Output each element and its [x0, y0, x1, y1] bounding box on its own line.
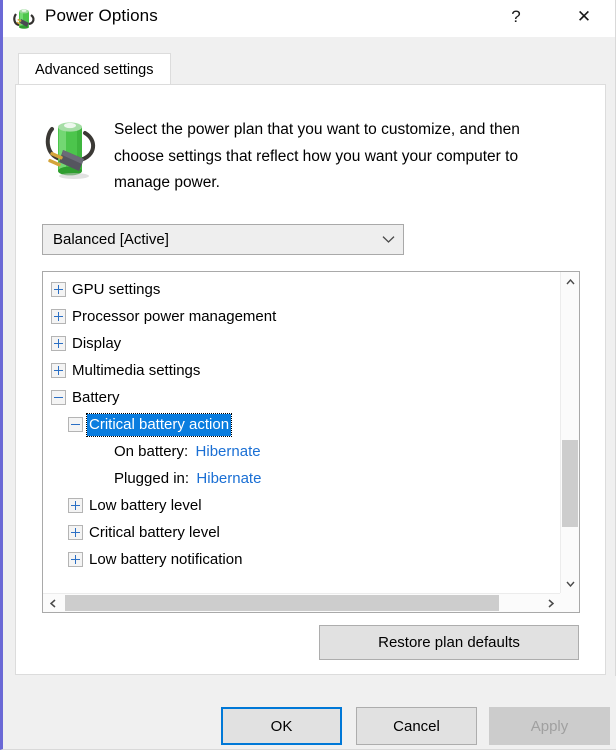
tree-item[interactable]: Multimedia settings — [43, 357, 560, 384]
tree-item-label: On battery: — [114, 442, 189, 460]
tree-item-label: Battery — [72, 388, 120, 406]
power-plan-value: Balanced [Active] — [53, 231, 169, 248]
ok-button[interactable]: OK — [221, 707, 342, 745]
expand-plus-icon[interactable] — [68, 498, 83, 513]
advanced-settings-panel: Select the power plan that you want to c… — [15, 84, 606, 675]
scroll-right-button[interactable] — [541, 594, 560, 612]
tree-item-label: GPU settings — [72, 280, 161, 298]
close-button[interactable]: ✕ — [561, 0, 607, 32]
close-icon: ✕ — [576, 6, 592, 26]
chevron-right-icon — [548, 598, 554, 608]
tab-advanced-settings[interactable]: Advanced settings — [18, 53, 171, 85]
chevron-left-icon — [49, 598, 55, 608]
power-settings-tree: GPU settings Processor power management Di… — [42, 271, 580, 613]
vertical-scroll-thumb[interactable] — [562, 440, 578, 527]
tree-item[interactable]: Plugged in: Hibernate — [43, 465, 560, 492]
tree-item[interactable]: On battery: Hibernate — [43, 438, 560, 465]
ok-button-label: OK — [270, 717, 293, 735]
expand-plus-icon[interactable] — [51, 282, 66, 297]
tree-item[interactable]: Display — [43, 330, 560, 357]
battery-plug-icon — [44, 115, 100, 181]
dialog-button-bar: OK Cancel Apply — [6, 676, 616, 749]
tree-item-label: Plugged in: — [114, 469, 190, 487]
horizontal-scroll-thumb[interactable] — [65, 595, 499, 611]
chevron-down-icon — [565, 581, 575, 587]
tree-item[interactable]: Battery — [43, 384, 560, 411]
window-title: Power Options — [45, 6, 158, 25]
cancel-button[interactable]: Cancel — [356, 707, 477, 745]
tree-item-label: Low battery notification — [89, 550, 243, 568]
expand-plus-icon[interactable] — [51, 363, 66, 378]
tree-item[interactable]: Low battery level — [43, 492, 560, 519]
tree-horizontal-scrollbar[interactable] — [43, 593, 560, 612]
tree-viewport: GPU settings Processor power management Di… — [43, 272, 560, 593]
tree-item[interactable]: Critical battery action — [43, 411, 560, 438]
tree-item-label: Critical battery level — [89, 523, 220, 541]
apply-button: Apply — [489, 707, 610, 745]
help-button[interactable]: ? — [493, 0, 539, 32]
tree-item-value[interactable]: Hibernate — [194, 468, 263, 490]
expand-plus-icon[interactable] — [68, 525, 83, 540]
power-options-window: Power Options ? ✕ Advanced settings Sele… — [0, 0, 616, 750]
panel-description: Select the power plan that you want to c… — [114, 121, 520, 191]
scroll-left-button[interactable] — [43, 594, 62, 612]
tree-item[interactable]: Processor power management — [43, 303, 560, 330]
tree-item-label: Processor power management — [72, 307, 277, 325]
battery-plug-icon — [12, 7, 38, 31]
apply-button-label: Apply — [530, 717, 569, 735]
tree-item[interactable]: Critical battery level — [43, 519, 560, 546]
cancel-button-label: Cancel — [393, 717, 440, 735]
expand-plus-icon[interactable] — [68, 552, 83, 567]
tab-strip: Advanced settings — [6, 37, 616, 85]
power-plan-select[interactable]: Balanced [Active] — [42, 224, 404, 255]
tree-item-list: GPU settings Processor power management Di… — [43, 272, 560, 573]
tree-item-label: Critical battery action — [85, 412, 233, 437]
tree-item-label: Display — [72, 334, 122, 352]
scrollbar-corner — [560, 593, 579, 612]
scroll-up-button[interactable] — [561, 272, 579, 291]
tree-item-label: Multimedia settings — [72, 361, 201, 379]
tree-item-label: Low battery level — [89, 496, 202, 514]
tree-item[interactable]: GPU settings — [43, 276, 560, 303]
tree-vertical-scrollbar[interactable] — [560, 272, 579, 593]
tab-label: Advanced settings — [35, 61, 154, 78]
collapse-minus-icon[interactable] — [68, 417, 83, 432]
chevron-down-icon — [373, 235, 403, 244]
title-bar: Power Options ? ✕ — [3, 0, 615, 37]
question-mark-icon: ? — [511, 6, 521, 26]
chevron-up-icon — [565, 278, 575, 284]
tree-item[interactable]: Low battery notification — [43, 546, 560, 573]
tree-item-value[interactable]: Hibernate — [194, 441, 263, 463]
scroll-down-button[interactable] — [561, 574, 579, 593]
expand-plus-icon[interactable] — [51, 336, 66, 351]
restore-plan-defaults-label: Restore plan defaults — [378, 634, 520, 651]
expand-plus-icon[interactable] — [51, 309, 66, 324]
collapse-minus-icon[interactable] — [51, 390, 66, 405]
restore-plan-defaults-button[interactable]: Restore plan defaults — [319, 625, 579, 660]
